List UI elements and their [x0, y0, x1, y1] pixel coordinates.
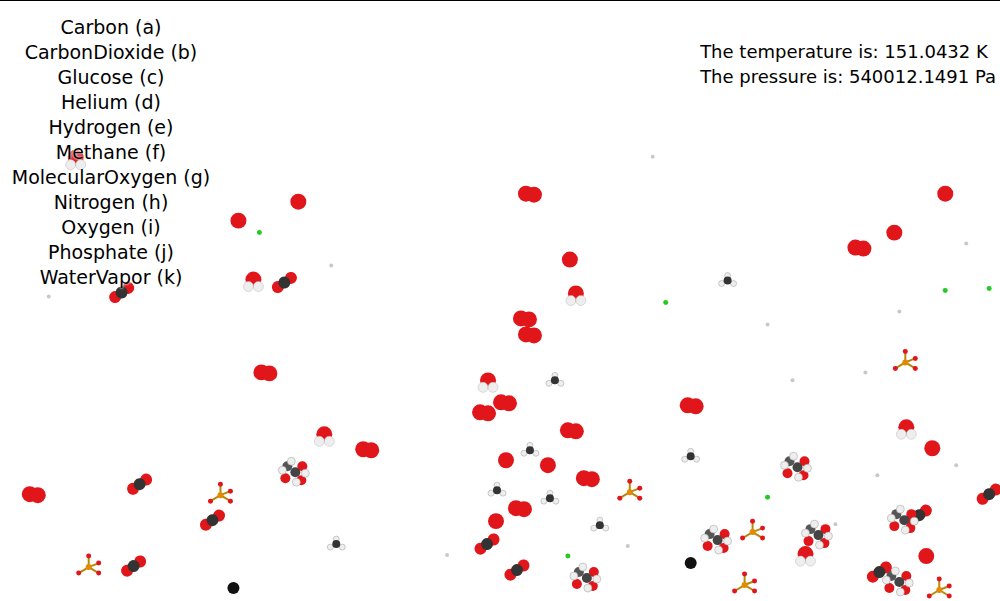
legend-item: Helium (d) [61, 90, 161, 115]
molecular-oxygen-icon [847, 240, 871, 257]
carbon-icon [685, 557, 697, 569]
carbon-dioxide-icon [502, 557, 532, 583]
glucose-icon [781, 452, 812, 481]
simulation-window: Carbon (a)CarbonDioxide (b)Glucose (c)He… [0, 0, 1000, 601]
hydrogen-icon [987, 286, 992, 291]
oxygen-icon [924, 440, 940, 456]
phosphate-icon [893, 349, 918, 371]
glucose-icon [278, 457, 309, 486]
glucose-icon [801, 520, 832, 549]
helium-icon [954, 463, 958, 467]
helium-icon [651, 155, 655, 159]
helium-icon [329, 264, 333, 268]
water-vapor-icon [478, 372, 498, 392]
molecular-oxygen-icon [472, 404, 496, 421]
carbon-dioxide-icon [974, 481, 1000, 507]
molecular-oxygen-icon [493, 394, 517, 411]
water-vapor-icon [896, 419, 916, 439]
oxygen-icon [290, 194, 306, 210]
molecular-oxygen-icon [22, 486, 46, 503]
methane-icon [521, 442, 539, 456]
phosphate-icon [76, 554, 101, 576]
oxygen-icon [886, 225, 902, 241]
molecular-oxygen-icon [518, 326, 542, 343]
helium-icon [833, 522, 837, 526]
carbon-dioxide-icon [119, 553, 149, 579]
hydrogen-icon [663, 300, 668, 305]
oxygen-icon [230, 213, 246, 229]
molecular-oxygen-icon [518, 186, 542, 203]
glucose-icon [882, 567, 913, 596]
reading-text: The temperature is: 151.0432 K [700, 39, 996, 64]
methane-icon [327, 536, 345, 550]
phosphate-icon [732, 572, 757, 594]
legend-item: Glucose (c) [57, 65, 164, 90]
hydrogen-icon [765, 495, 770, 500]
glucose-icon [570, 563, 601, 592]
helium-icon [964, 242, 968, 246]
methane-icon [541, 490, 559, 504]
molecular-oxygen-icon [508, 500, 532, 517]
legend-item: Phosphate (j) [48, 240, 174, 265]
legend-item: Carbon (a) [61, 15, 162, 40]
reading-text: The pressure is: 540012.1491 Pa [700, 64, 996, 89]
carbon-dioxide-icon [269, 270, 299, 296]
carbon-dioxide-icon [198, 507, 228, 533]
legend-item: CarbonDioxide (b) [25, 40, 198, 65]
water-vapor-icon [314, 426, 334, 446]
helium-icon [766, 322, 770, 326]
oxygen-icon [488, 513, 504, 529]
oxygen-icon [498, 452, 514, 468]
hydrogen-icon [565, 554, 570, 559]
carbon-dioxide-icon [472, 531, 502, 557]
helium-icon [445, 553, 449, 557]
helium-icon [47, 295, 51, 299]
phosphate-icon [208, 482, 233, 504]
glucose-icon [887, 505, 918, 534]
methane-icon [591, 517, 609, 531]
legend-item: Methane (f) [56, 140, 167, 165]
molecular-oxygen-icon [355, 441, 379, 458]
molecular-oxygen-icon [253, 364, 277, 381]
oxygen-icon [918, 548, 934, 564]
legend-item: WaterVapor (k) [40, 265, 183, 290]
oxygen-icon [540, 457, 556, 473]
helium-icon [875, 473, 879, 477]
molecular-oxygen-icon [680, 397, 704, 414]
water-vapor-icon [243, 272, 263, 292]
helium-icon [791, 378, 795, 382]
molecular-oxygen-icon [560, 422, 584, 439]
oxygen-icon [562, 252, 578, 268]
phosphate-icon [927, 577, 952, 599]
phosphate-icon [617, 479, 642, 501]
helium-icon [863, 370, 867, 374]
carbon-icon [227, 582, 239, 594]
molecular-oxygen-icon [576, 470, 600, 487]
legend-item: MolecularOxygen (g) [12, 165, 210, 190]
methane-icon [488, 482, 506, 496]
hydrogen-icon [257, 230, 262, 235]
legend: Carbon (a)CarbonDioxide (b)Glucose (c)He… [0, 1, 222, 290]
hydrogen-icon [943, 288, 948, 293]
phosphate-icon [740, 519, 765, 541]
legend-item: Nitrogen (h) [54, 190, 169, 215]
water-vapor-icon [566, 286, 586, 306]
molecular-oxygen-icon [513, 310, 537, 327]
helium-icon [897, 309, 901, 313]
methane-icon [719, 273, 737, 287]
oxygen-icon [937, 186, 953, 202]
readings: The temperature is: 151.0432 KThe pressu… [700, 1, 1000, 89]
water-vapor-icon [796, 546, 816, 566]
legend-item: Oxygen (i) [61, 215, 160, 240]
carbon-dioxide-icon [125, 471, 155, 497]
glucose-icon [701, 525, 732, 554]
legend-item: Hydrogen (e) [49, 115, 174, 140]
methane-icon [682, 448, 700, 462]
methane-icon [546, 372, 564, 386]
helium-icon [626, 544, 630, 548]
